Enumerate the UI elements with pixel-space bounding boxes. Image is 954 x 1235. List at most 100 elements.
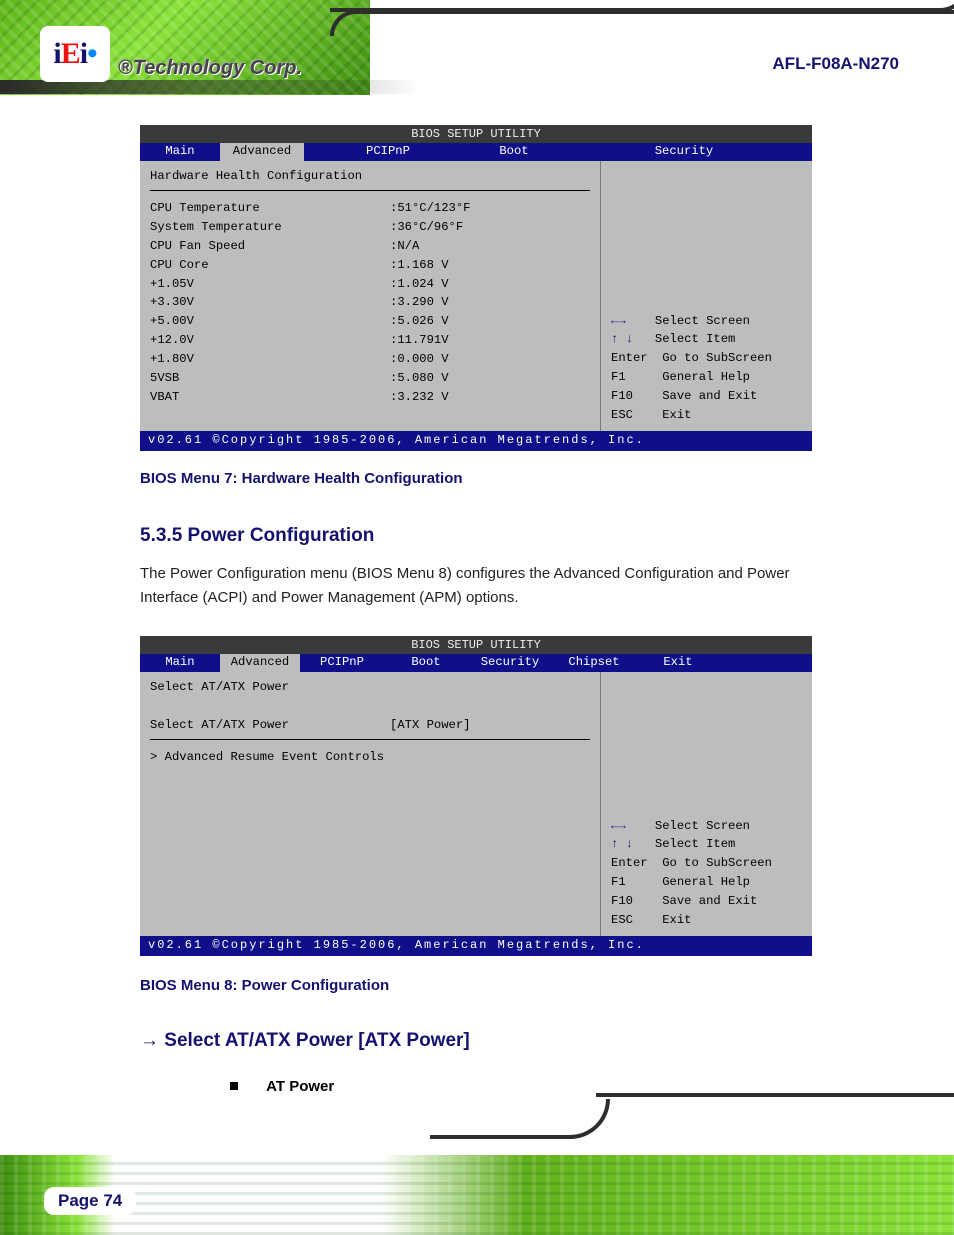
bullet-at-power: AT Power [230, 1075, 334, 1099]
value: [ATX Power] [390, 716, 470, 735]
header-curve-lower [330, 10, 954, 36]
bios-tab-main[interactable]: Main [140, 143, 220, 161]
bios-right-pane: ←→ Select Screen ↑ ↓ Select Item Enter G… [600, 161, 812, 431]
row-sys-temp: System Temperature:36°C/96°F [150, 218, 590, 237]
value: :11.791V [390, 331, 449, 350]
label: CPU Core [150, 256, 390, 275]
label: CPU Fan Speed [150, 237, 390, 256]
label: +3.30V [150, 293, 390, 312]
section-paragraph-power-config: The Power Configuration menu (BIOS Menu … [140, 562, 844, 610]
nav-esc: ESC Exit [611, 911, 804, 930]
nav-f10: F10 Save and Exit [611, 387, 804, 406]
bios-tab-chipset[interactable]: Chipset [552, 654, 636, 672]
logo-subtitle: ®Technology Corp. [118, 58, 302, 78]
footer-curve [430, 1099, 610, 1139]
square-bullet-icon [230, 1082, 238, 1090]
nav-select-item: ↑ ↓ Select Item [611, 330, 804, 349]
row-12-0v: +12.0V:11.791V [150, 331, 590, 350]
label: 5VSB [150, 369, 390, 388]
value: :1.168 V [390, 256, 449, 275]
label: +5.00V [150, 312, 390, 331]
row-adv-resume[interactable]: > Advanced Resume Event Controls [150, 748, 590, 767]
row-vbat: VBAT:3.232 V [150, 388, 590, 407]
nav-f10: F10 Save and Exit [611, 892, 804, 911]
value: :3.290 V [390, 293, 449, 312]
value: :36°C/96°F [390, 218, 463, 237]
label: +1.80V [150, 350, 390, 369]
row-1-80v: +1.80V:0.000 V [150, 350, 590, 369]
nav-f1: F1 General Help [611, 873, 804, 892]
nav-f1: F1 General Help [611, 368, 804, 387]
bios-menubar: Main Advanced PCIPnP Boot Security [140, 143, 812, 161]
bios-tab-pcipnp[interactable]: PCIPnP [300, 654, 384, 672]
product-name: AFL-F08A-N270 [772, 55, 899, 72]
bios-tab-advanced[interactable]: Advanced [220, 654, 300, 672]
value: :0.000 V [390, 350, 449, 369]
label: Select AT/ATX Power [150, 716, 390, 735]
nav-enter: Enter Go to SubScreen [611, 349, 804, 368]
section-heading-select-power: → Select AT/ATX Power [ATX Power] [140, 1030, 470, 1052]
value: :3.232 V [390, 388, 449, 407]
bios-rule [150, 739, 590, 740]
footer-band: Page 74 [0, 1115, 954, 1235]
bios-left-pane: Hardware Health Configuration CPU Temper… [140, 161, 600, 431]
bios-footer: v02.61 ©Copyright 1985-2006, American Me… [140, 936, 812, 956]
row-5vsb: 5VSB:5.080 V [150, 369, 590, 388]
page-number: Page 74 [44, 1187, 136, 1215]
label: VBAT [150, 388, 390, 407]
bios-tab-security[interactable]: Security [468, 654, 552, 672]
bios-section-heading: Hardware Health Configuration [150, 167, 590, 186]
bios-screen-hardware-health: BIOS SETUP UTILITY Main Advanced PCIPnP … [140, 125, 812, 451]
arrow-left-right-icon: ←→ [611, 819, 626, 833]
bullet-label: AT Power [266, 1078, 334, 1095]
bios-left-pane: Select AT/ATX Power Select AT/ATX Power … [140, 672, 600, 936]
value: :5.026 V [390, 312, 449, 331]
value: :1.024 V [390, 275, 449, 294]
bios-section-heading: Select AT/ATX Power [150, 678, 590, 697]
footer-line [596, 1093, 954, 1103]
bios-tab-advanced[interactable]: Advanced [220, 143, 304, 161]
bios-tab-boot[interactable]: Boot [472, 143, 556, 161]
value: :51°C/123°F [390, 199, 470, 218]
bios-nav-hints: ←→ Select Screen ↑ ↓ Select Item Enter G… [611, 312, 804, 425]
bios-menubar: Main Advanced PCIPnP Boot Security Chips… [140, 654, 812, 672]
bios-nav-hints: ←→ Select Screen ↑ ↓ Select Item Enter G… [611, 817, 804, 930]
bios-tab-filler [720, 654, 812, 672]
bios-tab-pcipnp[interactable]: PCIPnP [304, 143, 472, 161]
arrow-up-down-icon: ↑ ↓ [611, 837, 633, 851]
figure-caption-bios8: BIOS Menu 8: Power Configuration [140, 977, 389, 994]
row-cpu-temp: CPU Temperature:51°C/123°F [150, 199, 590, 218]
label: +1.05V [150, 275, 390, 294]
header-band: iEi• ®Technology Corp. AFL-F08A-N270 [0, 0, 954, 100]
row-at-atx[interactable]: Select AT/ATX Power [ATX Power] [150, 716, 590, 735]
nav-select-screen: ←→ Select Screen [611, 817, 804, 836]
bios-rule [150, 190, 590, 191]
figure-caption-bios7: BIOS Menu 7: Hardware Health Configurati… [140, 470, 463, 487]
bios-body: Hardware Health Configuration CPU Temper… [140, 161, 812, 431]
iei-logo-icon: iEi• [53, 39, 96, 69]
label: > Advanced Resume Event Controls [150, 748, 384, 767]
label: System Temperature [150, 218, 390, 237]
nav-esc: ESC Exit [611, 406, 804, 425]
bios-body: Select AT/ATX Power Select AT/ATX Power … [140, 672, 812, 936]
bios-footer: v02.61 ©Copyright 1985-2006, American Me… [140, 431, 812, 451]
value: :N/A [390, 237, 419, 256]
bios-right-pane: ←→ Select Screen ↑ ↓ Select Item Enter G… [600, 672, 812, 936]
footer-pcb-art [0, 1155, 954, 1235]
row-5-00v: +5.00V:5.026 V [150, 312, 590, 331]
section-heading-power-config: 5.3.5 Power Configuration [140, 525, 374, 547]
bios-tab-main[interactable]: Main [140, 654, 220, 672]
bios-titlebar: BIOS SETUP UTILITY [140, 125, 812, 143]
value: :5.080 V [390, 369, 449, 388]
row-1-05v: +1.05V:1.024 V [150, 275, 590, 294]
arrow-left-right-icon: ←→ [611, 314, 626, 328]
bios-tab-security[interactable]: Security [556, 143, 812, 161]
bios-tab-boot[interactable]: Boot [384, 654, 468, 672]
nav-select-item: ↑ ↓ Select Item [611, 835, 804, 854]
label: +12.0V [150, 331, 390, 350]
arrow-up-down-icon: ↑ ↓ [611, 332, 633, 346]
bios-tab-exit[interactable]: Exit [636, 654, 720, 672]
logo-box: iEi• [40, 26, 110, 82]
nav-select-screen: ←→ Select Screen [611, 312, 804, 331]
bios-screen-power-config: BIOS SETUP UTILITY Main Advanced PCIPnP … [140, 636, 812, 956]
